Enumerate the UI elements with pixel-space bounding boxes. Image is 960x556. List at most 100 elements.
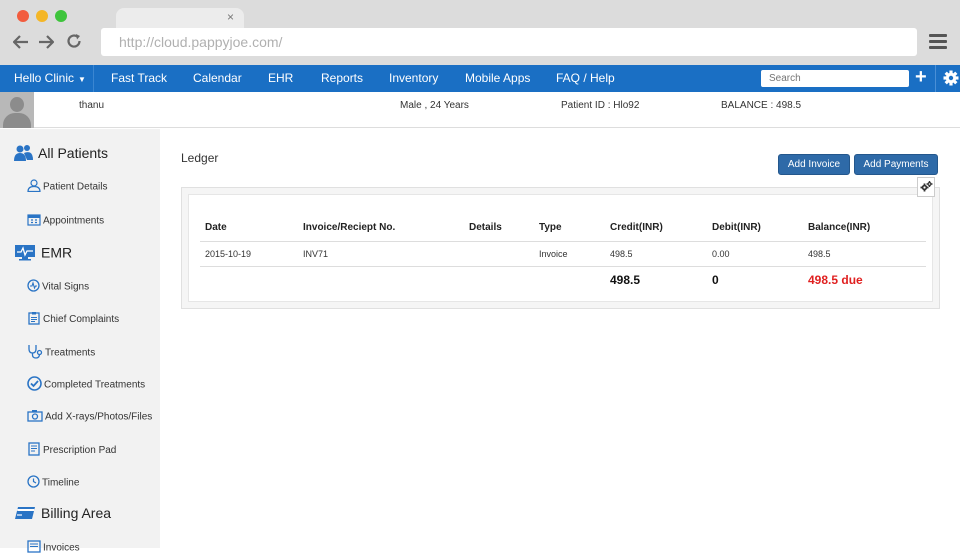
- cell-invoice-number: INV71: [298, 241, 464, 267]
- cell-type: Invoice: [534, 241, 605, 267]
- ledger-table: Date Invoice/Reciept No. Details Type Cr…: [200, 215, 926, 294]
- heartbeat-icon: [27, 279, 40, 295]
- column-header: Balance(INR): [803, 215, 926, 242]
- column-header: Date: [200, 215, 298, 242]
- sidebar-item-patient-details[interactable]: Patient Details: [27, 179, 107, 195]
- nav-fast-track[interactable]: Fast Track: [111, 71, 167, 85]
- plus-icon[interactable]: +: [915, 67, 927, 87]
- sidebar-item-completed-treatments[interactable]: Completed Treatments: [27, 376, 145, 394]
- sidebar-all-patients[interactable]: All Patients: [14, 144, 108, 165]
- browser-tab[interactable]: ×: [116, 8, 244, 30]
- sidebar-item-label: Appointments: [43, 215, 105, 227]
- ledger-panel: Date Invoice/Reciept No. Details Type Cr…: [181, 187, 940, 309]
- hamburger-menu-icon[interactable]: [929, 34, 947, 50]
- sidebar-emr-label: EMR: [41, 244, 73, 261]
- sidebar-item-appointments[interactable]: Appointments: [27, 213, 104, 229]
- patient-balance: BALANCE : 498.5: [721, 100, 802, 111]
- patient-avatar: [0, 92, 34, 128]
- total-balance-due: 498.5 due: [808, 273, 863, 288]
- cell-debit: 0.00: [707, 241, 803, 267]
- gears-icon: [920, 181, 933, 192]
- timeline-icon: [27, 475, 40, 491]
- total-debit: 0: [712, 273, 719, 288]
- table-settings-button[interactable]: [917, 177, 935, 197]
- sidebar-item-prescription-pad[interactable]: Prescription Pad: [27, 442, 116, 459]
- camera-icon: [27, 409, 43, 425]
- prescription-icon: [27, 442, 41, 459]
- sidebar: All Patients Patient Details Appointment…: [0, 129, 160, 554]
- reload-icon[interactable]: [66, 33, 82, 54]
- patient-name: thanu: [79, 100, 105, 111]
- sidebar-emr[interactable]: EMR: [14, 244, 72, 264]
- column-header: Debit(INR): [707, 215, 803, 242]
- nav-calendar[interactable]: Calendar: [193, 71, 242, 85]
- cell-details: [464, 241, 534, 267]
- add-payments-button[interactable]: Add Payments: [854, 154, 938, 175]
- caret-down-icon: ▼: [78, 75, 86, 84]
- back-arrow-icon[interactable]: [12, 33, 29, 54]
- nav-inventory[interactable]: Inventory: [389, 71, 438, 85]
- sidebar-billing-area-label: Billing Area: [41, 505, 112, 522]
- invoice-icon: [27, 540, 41, 556]
- clinic-menu-label: Hello Clinic: [14, 71, 75, 85]
- sidebar-item-label: Prescription Pad: [43, 445, 117, 457]
- sidebar-item-label: Invoices: [43, 542, 80, 554]
- sidebar-item-chief-complaints[interactable]: Chief Complaints: [27, 311, 119, 328]
- sidebar-item-xrays[interactable]: Add X-rays/Photos/Files: [27, 409, 152, 425]
- sidebar-item-label: Completed Treatments: [44, 379, 146, 391]
- user-icon: [27, 179, 41, 195]
- patient-id: Patient ID : Hlo92: [561, 100, 640, 111]
- search-input[interactable]: [761, 70, 909, 87]
- nav-faq-help[interactable]: FAQ / Help: [556, 71, 615, 85]
- cell-credit: 498.5: [605, 241, 707, 267]
- url-bar[interactable]: http://cloud.pappyjoe.com/: [101, 28, 917, 56]
- forward-arrow-icon[interactable]: [38, 33, 55, 54]
- sidebar-all-patients-label: All Patients: [38, 145, 109, 162]
- check-circle-icon: [27, 376, 42, 394]
- sidebar-item-label: Chief Complaints: [43, 314, 120, 326]
- column-header: Details: [464, 215, 534, 242]
- clipboard-icon: [27, 311, 41, 328]
- nav-reports[interactable]: Reports: [321, 71, 363, 85]
- clinic-menu[interactable]: Hello Clinic ▼: [14, 71, 86, 85]
- column-header: Type: [534, 215, 605, 242]
- nav-mobile-apps[interactable]: Mobile Apps: [465, 71, 530, 85]
- settings-button[interactable]: [935, 65, 960, 92]
- sidebar-billing-area[interactable]: Billing Area: [14, 505, 111, 524]
- cell-balance: 498.5: [803, 241, 926, 267]
- table-header-row: Date Invoice/Reciept No. Details Type Cr…: [200, 215, 926, 242]
- monitor-icon: [14, 244, 36, 264]
- add-invoice-button[interactable]: Add Invoice: [778, 154, 850, 175]
- users-icon: [14, 144, 33, 165]
- patient-info-strip: thanu Male , 24 Years Patient ID : Hlo92…: [0, 92, 960, 128]
- close-window-button[interactable]: [17, 10, 29, 22]
- tab-close-icon[interactable]: ×: [227, 10, 234, 24]
- patient-gender-age: Male , 24 Years: [400, 100, 469, 111]
- browser-chrome: × http://cloud.pappyjoe.com/: [0, 0, 960, 65]
- credit-card-icon: [14, 505, 36, 524]
- cell-date: 2015-10-19: [200, 241, 298, 267]
- sidebar-item-vital-signs[interactable]: Vital Signs: [27, 279, 89, 295]
- sidebar-item-label: Vital Signs: [42, 281, 90, 293]
- stethoscope-icon: [27, 344, 43, 362]
- sidebar-item-treatments[interactable]: Treatments: [27, 344, 95, 362]
- column-header: Credit(INR): [605, 215, 707, 242]
- page-title: Ledger: [181, 151, 219, 165]
- sidebar-item-label: Patient Details: [43, 181, 108, 193]
- totals-row: 498.5 0 498.5 due: [200, 266, 926, 294]
- nav-divider: [93, 65, 94, 92]
- maximize-window-button[interactable]: [55, 10, 67, 22]
- minimize-window-button[interactable]: [36, 10, 48, 22]
- gear-icon: [943, 70, 959, 86]
- total-credit: 498.5: [610, 273, 641, 288]
- table-row[interactable]: 2015-10-19 INV71 Invoice 498.5 0.00 498.…: [200, 241, 926, 267]
- sidebar-item-timeline[interactable]: Timeline: [27, 475, 79, 491]
- sidebar-item-label: Timeline: [42, 477, 80, 489]
- sidebar-item-invoices[interactable]: Invoices: [27, 540, 80, 556]
- nav-ehr[interactable]: EHR: [268, 71, 293, 85]
- sidebar-item-label: Add X-rays/Photos/Files: [45, 411, 153, 423]
- calendar-icon: [27, 213, 41, 229]
- sidebar-item-label: Treatments: [45, 347, 96, 359]
- ledger-inner: Date Invoice/Reciept No. Details Type Cr…: [188, 194, 933, 302]
- column-header: Invoice/Reciept No.: [298, 215, 464, 242]
